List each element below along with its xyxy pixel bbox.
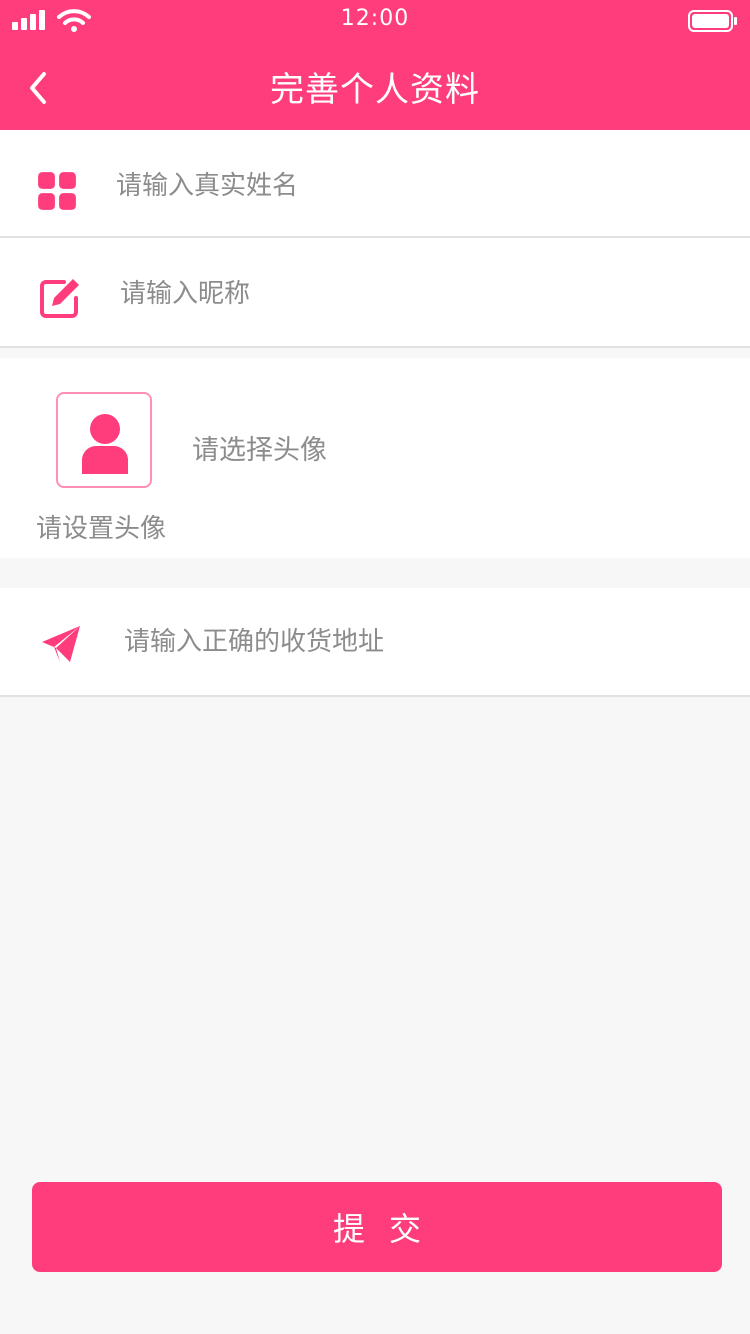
address-row	[0, 588, 750, 697]
battery-icon	[688, 10, 737, 32]
nickname-row	[0, 238, 750, 348]
submit-button[interactable]: 提交	[32, 1182, 722, 1272]
divider	[0, 695, 750, 697]
edit-icon	[40, 279, 79, 318]
avatar-caption: 请设置头像	[36, 514, 167, 544]
address-input[interactable]	[124, 622, 724, 662]
user-icon	[82, 414, 128, 474]
nickname-input[interactable]	[120, 274, 720, 314]
choose-avatar-link[interactable]: 请选择头像	[192, 428, 327, 467]
status-time: 12:00	[340, 6, 410, 31]
real-name-input[interactable]	[116, 166, 716, 206]
grid-icon	[38, 172, 76, 210]
paper-plane-icon	[42, 626, 80, 662]
avatar-section: 请设置头像 请选择头像	[0, 358, 750, 558]
status-bar: 12:00	[0, 0, 750, 40]
page-title: 完善个人资料	[270, 70, 480, 110]
divider	[0, 346, 750, 348]
app-header: 12:00 完善个人资料	[0, 0, 750, 130]
real-name-row	[0, 130, 750, 238]
avatar-upload[interactable]	[56, 392, 152, 488]
